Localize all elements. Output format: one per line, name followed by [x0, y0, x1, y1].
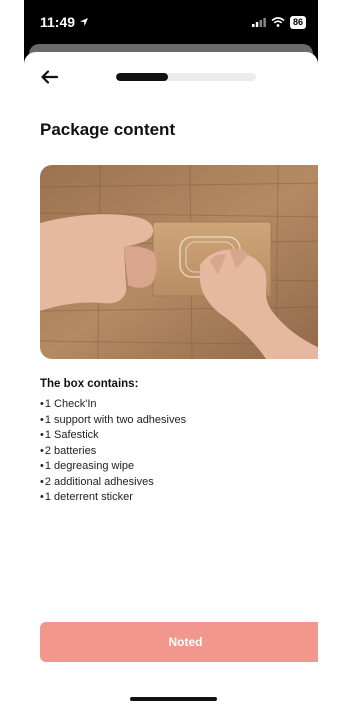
- location-arrow-icon: [80, 18, 89, 26]
- status-indicators: 86: [251, 15, 306, 29]
- wifi-icon: [271, 17, 285, 27]
- signal-icon: [251, 18, 266, 27]
- progress-bar: [116, 73, 256, 81]
- box-contents-list: 1 Check'In 1 support with two adhesives …: [40, 397, 186, 506]
- status-bar: 11:49 86: [24, 0, 318, 44]
- list-item: 2 additional adhesives: [40, 475, 186, 491]
- list-item: 1 Safestick: [40, 428, 186, 444]
- battery-icon: 86: [289, 15, 306, 29]
- home-indicator[interactable]: [130, 697, 217, 701]
- box-contents-heading: The box contains:: [40, 378, 139, 390]
- list-item: 1 degreasing wipe: [40, 459, 186, 475]
- page-title: Package content: [40, 120, 176, 139]
- list-item: 1 deterrent sticker: [40, 490, 186, 506]
- header-row: [24, 66, 318, 88]
- list-item: 1 Check'In: [40, 397, 186, 413]
- phone-screen: 11:49 86 Package content The box contain…: [24, 0, 318, 706]
- list-item: 2 batteries: [40, 444, 186, 460]
- arrow-left-icon: [41, 70, 58, 84]
- status-time: 11:49: [40, 14, 89, 30]
- back-button[interactable]: [36, 66, 62, 88]
- progress-fill: [116, 73, 168, 81]
- noted-button[interactable]: Noted: [40, 622, 318, 662]
- list-item: 1 support with two adhesives: [40, 413, 186, 429]
- package-photo: [40, 165, 318, 359]
- time-label: 11:49: [40, 14, 76, 30]
